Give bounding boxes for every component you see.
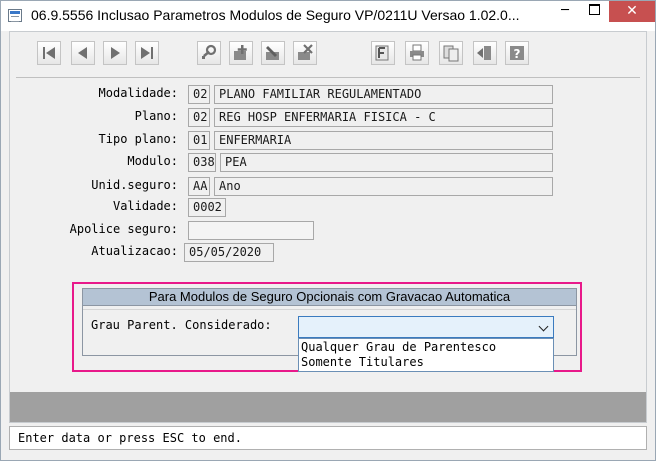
unid-seguro-desc-field: Ano [214,177,553,196]
tipo-plano-label: Tipo plano: [98,132,178,146]
plano-code-field[interactable]: 02 [188,108,210,127]
apolice-seguro-label: Apolice seguro: [69,222,178,236]
previous-record-button[interactable] [71,41,95,65]
help-button[interactable]: ? [505,41,529,65]
validade-field[interactable]: 0002 [188,198,226,217]
toolbar-divider [16,77,640,78]
edit-record-icon [266,46,279,60]
previous-record-icon [78,47,87,59]
delete-record-button[interactable] [293,41,317,65]
status-bar: Enter data or press ESC to end. [9,426,647,450]
window-title: 06.9.5556 Inclusao Parametros Modulos de… [31,7,520,23]
close-icon: ✕ [626,3,638,19]
modalidade-desc-field: PLANO FAMILIAR REGULAMENTADO [214,85,553,104]
edit-record-button[interactable] [261,41,285,65]
fields-button[interactable] [371,41,395,65]
search-key-icon [202,44,217,59]
add-record-button[interactable] [229,41,253,65]
message-area [10,392,646,422]
dropdown-option[interactable]: Somente Titulares [301,355,424,369]
last-record-button[interactable] [135,41,159,65]
modalidade-label: Modalidade: [98,86,178,100]
modulo-label: Modulo: [127,154,178,168]
atualizacao-field: 05/05/2020 [184,243,274,262]
last-record-icon [141,47,153,59]
grau-parent-combo[interactable] [298,316,554,338]
tipo-plano-desc-field: ENFERMARIA [214,131,553,150]
minimize-icon: ─ [561,3,569,18]
copy-icon [443,45,459,62]
app-window: 06.9.5556 Inclusao Parametros Modulos de… [0,0,656,461]
next-record-button[interactable] [103,41,127,65]
dropdown-option[interactable]: Qualquer Grau de Parentesco [301,340,496,354]
add-record-icon [234,45,247,60]
svg-text:?: ? [514,47,521,61]
search-key-button[interactable] [197,41,221,65]
unid-seguro-label: Unid.seguro: [91,178,178,192]
modulo-code-field[interactable]: 038 [188,153,216,172]
help-icon: ? [510,46,524,61]
first-record-button[interactable] [37,41,61,65]
apolice-seguro-field[interactable] [188,221,314,240]
fields-icon [375,45,389,61]
plano-desc-field: REG HOSP ENFERMARIA FISICA - C [214,108,553,127]
delete-record-icon [298,44,313,60]
print-button[interactable] [405,41,429,65]
status-text: Enter data or press ESC to end. [18,431,242,445]
close-button[interactable]: ✕ [609,1,655,22]
maximize-button[interactable] [580,1,608,22]
copy-button[interactable] [439,41,463,65]
maximize-icon [588,3,600,15]
atualizacao-label: Atualizacao: [91,244,178,258]
modalidade-code-field[interactable]: 02 [188,85,210,104]
title-bar: 06.9.5556 Inclusao Parametros Modulos de… [1,1,655,31]
unid-seguro-code-field[interactable]: AA [188,177,210,196]
modulo-desc-field: PEA [220,153,553,172]
chevron-down-icon[interactable] [538,321,549,332]
grau-parent-dropdown: Qualquer Grau de Parentesco Somente Titu… [298,338,554,372]
tipo-plano-code-field[interactable]: 01 [188,131,210,150]
panel-title: Para Modulos de Seguro Opcionais com Gra… [83,289,576,306]
plano-label: Plano: [134,109,178,123]
first-record-icon [43,47,55,59]
toolbar: ? [10,32,646,72]
app-window-icon [8,9,22,22]
print-icon [410,44,424,61]
form-area: ? Modalidade: 02 PLANO FAMILIAR REGULAME… [9,31,647,423]
exit-button[interactable] [473,41,497,65]
exit-icon [477,46,491,60]
validade-label: Validade: [112,199,178,213]
next-record-icon [111,47,120,59]
grau-parent-label: Grau Parent. Considerado: [91,318,272,332]
minimize-button[interactable]: ─ [551,1,579,22]
